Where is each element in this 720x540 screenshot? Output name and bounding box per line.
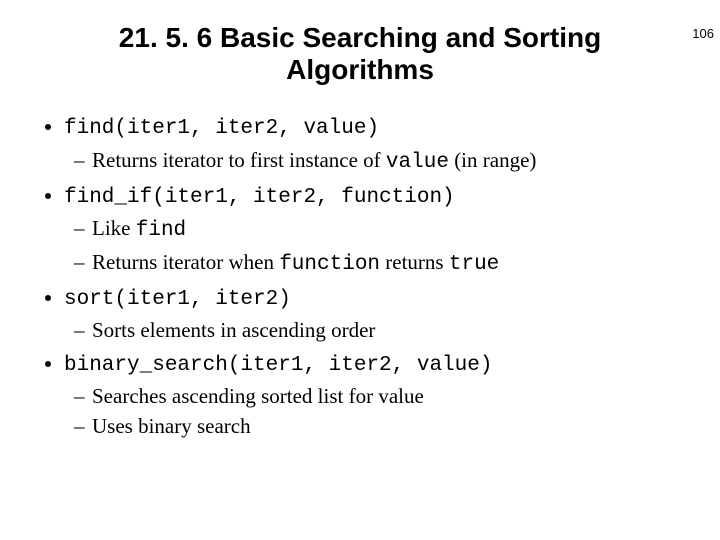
list-item: find(iter1, iter2, value) Returns iterato… [64, 112, 684, 177]
page-number: 106 [692, 26, 714, 41]
code-text: function [279, 253, 380, 276]
sub-list-item: Sorts elements in ascending order [92, 316, 684, 344]
code-text: value [386, 151, 449, 174]
code-text: find_if(iter1, iter2, function) [64, 186, 455, 209]
body-text: (in range) [449, 148, 536, 172]
list-item: binary_search(iter1, iter2, value) Search… [64, 349, 684, 441]
sub-list-item: Returns iterator to first instance of va… [92, 146, 684, 177]
list-item: find_if(iter1, iter2, function) Like find… [64, 181, 684, 279]
sub-list-item: Returns iterator when function returns t… [92, 248, 684, 279]
sub-list-item: Like find [92, 214, 684, 245]
sub-list-item: Uses binary search [92, 412, 684, 440]
body-text: Returns iterator to first instance of [92, 148, 386, 172]
code-text: find(iter1, iter2, value) [64, 117, 379, 140]
bullet-list: find(iter1, iter2, value) Returns iterato… [36, 112, 684, 440]
code-text: find [136, 219, 186, 242]
code-text: sort(iter1, iter2) [64, 288, 291, 311]
sub-list-item: Searches ascending sorted list for value [92, 382, 684, 410]
code-text: true [449, 253, 499, 276]
body-text: Uses binary search [92, 414, 251, 438]
sub-list: Like findReturns iterator when function … [64, 214, 684, 279]
code-text: binary_search(iter1, iter2, value) [64, 354, 492, 377]
slide-title: 21. 5. 6 Basic Searching and Sorting Alg… [90, 22, 630, 86]
sub-list: Sorts elements in ascending order [64, 316, 684, 344]
body-text: Like [92, 216, 136, 240]
sub-list: Searches ascending sorted list for value… [64, 382, 684, 441]
slide-content: find(iter1, iter2, value) Returns iterato… [36, 112, 684, 440]
body-text: Returns iterator when [92, 250, 279, 274]
body-text: returns [380, 250, 449, 274]
sub-list: Returns iterator to first instance of va… [64, 146, 684, 177]
body-text: Searches ascending sorted list for value [92, 384, 424, 408]
body-text: Sorts elements in ascending order [92, 318, 375, 342]
list-item: sort(iter1, iter2) Sorts elements in asce… [64, 283, 684, 345]
